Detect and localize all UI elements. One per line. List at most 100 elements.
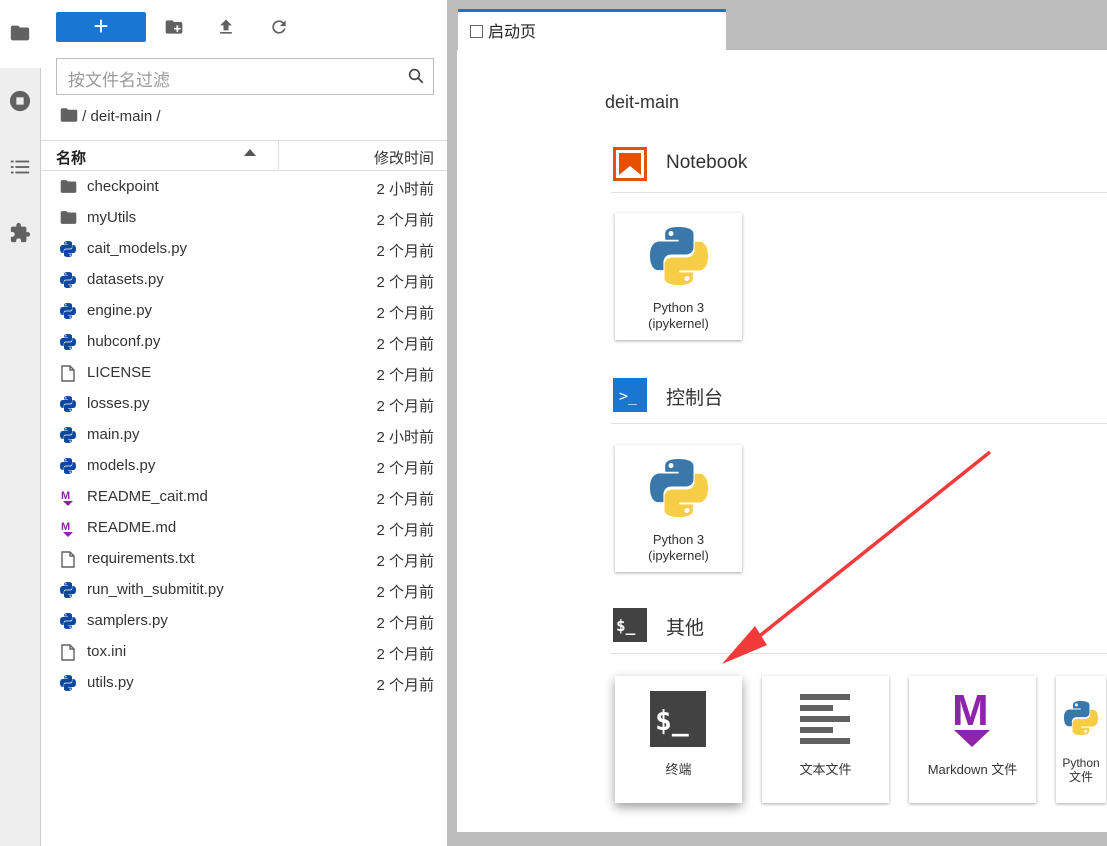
file-row[interactable]: cait_models.py 2 个月前 [41,234,447,265]
file-name: utils.py [87,674,134,691]
folder-file-icon [60,179,77,195]
new-launcher-button[interactable]: + [56,12,146,42]
file-browser: + 按文件名过滤 / deit-main / 名称 修改时间 checkpoin… [41,0,447,846]
file-name: requirements.txt [87,550,195,567]
markdown-file-icon: M [60,489,76,506]
filter-placeholder: 按文件名过滤 [68,71,170,90]
launcher-card[interactable]: 文本文件 [762,676,889,803]
file-name: checkpoint [87,178,159,195]
running-icon[interactable] [9,90,31,112]
filter-input[interactable]: 按文件名过滤 [56,58,434,95]
tab-label: 启动页 [488,24,537,41]
file-modified: 2 个月前 [376,491,434,508]
card-label: 终端 [665,762,692,777]
file-modified: 2 个月前 [376,367,434,384]
status-bar [447,832,1107,846]
file-row[interactable]: checkpoint 2 小时前 [41,172,447,203]
file-name: README.md [87,519,177,536]
console-icon: >_ [613,378,647,417]
python-file-icon [60,613,76,629]
annotation-arrow [722,450,992,664]
file-modified: 2 小时前 [376,181,434,198]
python-file-icon [60,458,76,474]
file-row[interactable]: engine.py 2 个月前 [41,296,447,327]
upload-icon[interactable] [216,17,236,37]
file-row[interactable]: samplers.py 2 个月前 [41,606,447,637]
file-row[interactable]: hubconf.py 2 个月前 [41,327,447,358]
python-file-icon [60,427,76,443]
extension-icon[interactable] [9,222,31,244]
tab-launcher[interactable]: 启动页 [458,9,726,51]
python-file-icon [60,675,76,691]
python-file-icon [60,396,76,412]
toc-icon[interactable] [9,156,31,178]
folder-icon[interactable] [9,22,31,44]
card-label: Python 文件 [1062,756,1100,784]
section-divider [611,423,1107,424]
python-file-icon [1064,701,1098,738]
svg-text:M: M [952,691,989,735]
python-icon [650,459,708,520]
file-modified: 2 个月前 [376,305,434,322]
python-file-icon [60,241,76,257]
file-name: samplers.py [87,612,168,629]
section-title: Notebook [666,152,748,173]
column-modified[interactable]: 修改时间 [374,147,434,168]
launcher-card[interactable]: $_ 终端 [615,676,742,803]
markdown-icon: M [944,686,1000,754]
launcher-card[interactable]: Python 3 (ipykernel) [615,213,742,340]
svg-text:$_: $_ [616,616,636,635]
section-title: 控制台 [666,388,724,409]
file-row[interactable]: M README.md 2 个月前 [41,513,447,544]
file-name: myUtils [87,209,137,226]
markdown-file-icon: M [60,520,76,537]
python-file-icon [60,272,76,288]
file-name: run_with_submitit.py [87,581,224,598]
file-modified: 2 个月前 [376,553,434,570]
file-name: tox.ini [87,643,127,660]
file-modified: 2 个月前 [376,212,434,229]
file-modified: 2 个月前 [376,615,434,632]
file-name: datasets.py [87,271,164,288]
file-modified: 2 个月前 [376,274,434,291]
file-name: engine.py [87,302,153,319]
file-row[interactable]: run_with_submitit.py 2 个月前 [41,575,447,606]
panel-splitter[interactable] [447,0,457,846]
terminal-icon: $_ [650,691,706,750]
card-label: 文本文件 [799,762,852,777]
column-name[interactable]: 名称 [56,147,86,168]
file-row[interactable]: models.py 2 个月前 [41,451,447,482]
breadcrumb-path[interactable]: / deit-main / [82,108,160,125]
launcher-card[interactable]: Python 文件 [1056,676,1106,803]
file-modified: 2 个月前 [376,522,434,539]
python-file-icon [60,582,76,598]
file-row[interactable]: myUtils 2 个月前 [41,203,447,234]
file-modified: 2 个月前 [376,336,434,353]
file-name: hubconf.py [87,333,161,350]
file-row[interactable]: datasets.py 2 个月前 [41,265,447,296]
file-name: losses.py [87,395,150,412]
file-row[interactable]: M README_cait.md 2 个月前 [41,482,447,513]
file-row[interactable]: losses.py 2 个月前 [41,389,447,420]
refresh-icon[interactable] [269,17,289,37]
new-folder-icon[interactable] [164,17,184,37]
file-modified: 2 个月前 [376,243,434,260]
card-label: Python 3 (ipykernel) [648,300,709,331]
section-title: 其他 [666,618,705,639]
file-row[interactable]: utils.py 2 个月前 [41,668,447,699]
launcher-card[interactable]: M Markdown 文件 [909,676,1036,803]
file-file-icon [60,644,76,661]
file-file-icon [60,365,76,382]
file-name: main.py [87,426,140,443]
file-row[interactable]: tox.ini 2 个月前 [41,637,447,668]
file-modified: 2 小时前 [376,429,434,446]
svg-text:>_: >_ [619,387,638,405]
sort-ascending-icon [244,149,256,156]
file-modified: 2 个月前 [376,646,434,663]
python-icon [650,227,708,288]
file-name: LICENSE [87,364,152,381]
file-row[interactable]: LICENSE 2 个月前 [41,358,447,389]
file-row[interactable]: requirements.txt 2 个月前 [41,544,447,575]
tab-bar: 启动页 [457,0,1107,51]
file-row[interactable]: main.py 2 小时前 [41,420,447,451]
